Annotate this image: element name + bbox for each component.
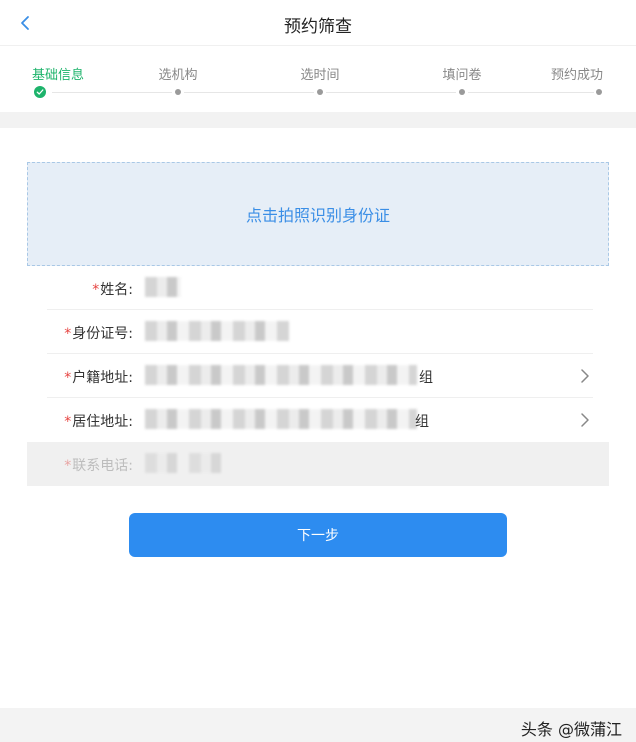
top-bar: 预约筛查 (0, 0, 636, 46)
next-step-button[interactable]: 下一步 (129, 513, 507, 557)
residence-address-label: *居住地址: (64, 414, 133, 430)
chevron-right-icon (581, 413, 589, 427)
step-connector (468, 92, 594, 93)
required-mark: * (92, 282, 100, 298)
step-connector (52, 92, 172, 93)
page-title: 预约筛查 (284, 17, 352, 37)
required-mark: * (64, 326, 72, 342)
step-basic-info: 基础信息 (31, 68, 85, 83)
id-number-label: *身份证号: (64, 326, 133, 342)
id-number-field[interactable]: *身份证号: (27, 310, 609, 354)
required-mark: * (64, 458, 72, 474)
section-divider (0, 112, 636, 128)
step-dot (317, 89, 323, 95)
watermark-text: 头条 @微蒲江 (520, 720, 622, 739)
name-label: *姓名: (92, 282, 133, 298)
step-dot (596, 89, 602, 95)
step-dot (175, 89, 181, 95)
name-field[interactable]: *姓名: (27, 266, 609, 310)
step-questionnaire: 填问卷 (442, 68, 482, 83)
footer-band: 头条 @微蒲江 (0, 708, 636, 742)
hukou-address-tail: 组 (419, 370, 433, 386)
hukou-address-label: *户籍地址: (64, 370, 133, 386)
redacted-phone (145, 453, 231, 473)
hukou-address-field[interactable]: *户籍地址: 组 (27, 354, 609, 398)
redacted-hukou-address (145, 365, 417, 385)
residence-address-tail: 组 (415, 414, 429, 430)
required-mark: * (64, 414, 72, 430)
phone-field: *联系电话: (27, 442, 609, 486)
step-select-institution: 选机构 (158, 68, 198, 83)
redacted-id-number (145, 321, 289, 341)
step-connector (326, 92, 456, 93)
step-dot (459, 89, 465, 95)
required-mark: * (64, 370, 72, 386)
step-success: 预约成功 (550, 68, 604, 83)
scan-id-card-button[interactable]: 点击拍照识别身份证 (27, 162, 609, 266)
redacted-name (145, 277, 181, 297)
scan-id-card-label: 点击拍照识别身份证 (245, 206, 390, 225)
chevron-right-icon (581, 369, 589, 383)
step-progress: 基础信息 选机构 选时间 填问卷 预约成功 (0, 47, 636, 111)
check-circle-icon (34, 86, 46, 98)
step-select-time: 选时间 (300, 68, 340, 83)
step-connector (184, 92, 314, 93)
phone-label: *联系电话: (64, 458, 133, 474)
redacted-residence-address (145, 409, 417, 429)
residence-address-field[interactable]: *居住地址: 组 (27, 398, 609, 442)
